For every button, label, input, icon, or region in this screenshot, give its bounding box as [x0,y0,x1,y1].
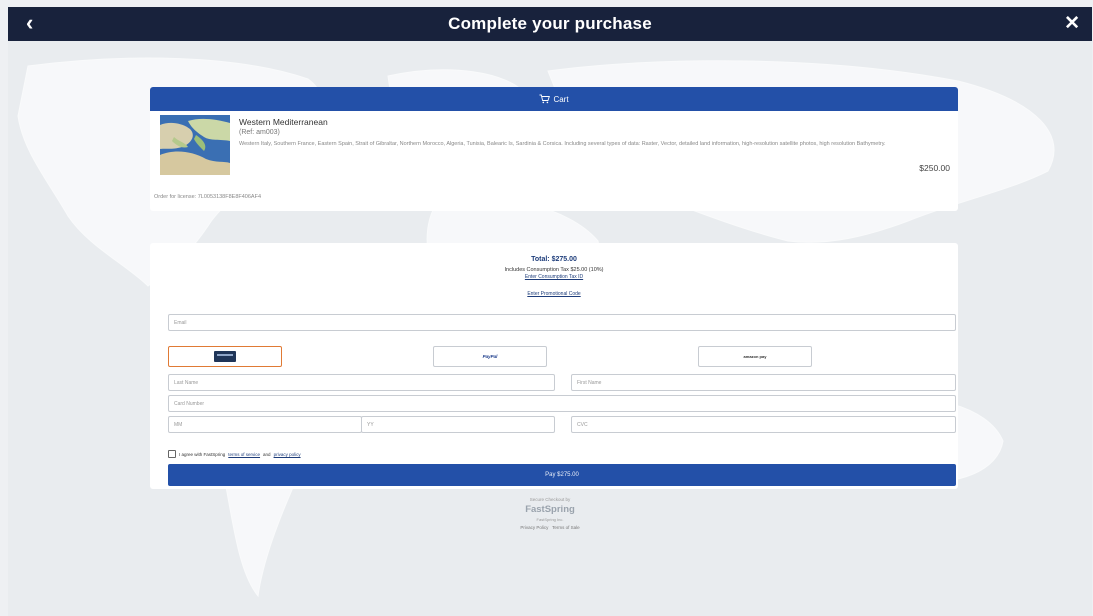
card-number-placeholder: Card Number [174,400,205,407]
footer-terms-link[interactable]: Terms of Sale [552,525,580,530]
agree-prefix: I agree with FastSpring [179,451,226,457]
cvc-field[interactable]: CVC [571,416,956,433]
product-map-thumbnail [160,115,230,175]
chevron-left-icon[interactable]: ‹ [26,12,33,34]
cart-header-label: Cart [553,94,569,104]
footer-privacy-link[interactable]: Privacy Policy [520,525,548,530]
month-placeholder: MM [174,421,183,428]
checkout-card: Total: $275.00 Includes Consumption Tax … [150,243,958,489]
cart-product: Western Mediterranean (Ref: am003) Weste… [150,111,958,181]
product-description: Western Italy, Southern France, Eastern … [239,141,886,147]
expiry-month-field[interactable]: MM [168,416,362,433]
fastspring-company: FastSpring Inc. [536,517,564,522]
order-total: Total: $275.00 [531,256,577,263]
amazon-pay-option[interactable]: amazon pay [698,346,812,367]
fastspring-logo: FastSpring [525,504,575,515]
secure-checkout-label: Secure Checkout by [529,497,571,502]
terms-checkbox[interactable] [168,450,176,458]
cart-header: Cart [150,87,958,111]
first-name-field[interactable]: First Name [571,374,956,391]
card-payment-option[interactable] [168,346,282,367]
last-name-placeholder: Last Name [174,379,199,386]
cvc-placeholder: CVC [577,421,588,428]
footer-links: Privacy Policy Terms of Sale [8,525,1092,530]
promo-code-link[interactable]: Enter Promotional Code [527,291,580,297]
amazon-pay-logo: amazon pay [743,354,767,359]
license-text: Order for license: 7L0053138F8E8F406AF4 [154,194,262,200]
year-placeholder: YY [367,421,374,428]
pay-button[interactable]: Pay $275.00 [168,464,956,486]
agree-and: and [263,451,271,457]
last-name-field[interactable]: Last Name [168,374,555,391]
first-name-placeholder: First Name [577,379,602,386]
fastspring-footer: Secure Checkout by FastSpring FastSpring… [8,497,1092,530]
paypal-logo: PayPal [482,354,498,359]
terms-agreement: I agree with FastSpring terms of service… [168,450,301,458]
expiry-year-field[interactable]: YY [361,416,555,433]
page-title: Complete your purchase [448,14,652,33]
product-name: Western Mediterranean [239,117,328,127]
close-icon[interactable]: ✕ [1064,13,1080,35]
app-frame: ‹ Complete your purchase ✕ Cart Western … [8,7,1092,616]
privacy-policy-link[interactable]: privacy policy [274,452,301,457]
credit-card-icon [214,351,236,362]
email-placeholder: Email [174,319,187,326]
enter-tax-id-link[interactable]: Enter Consumption Tax ID [525,274,583,280]
top-bar: ‹ Complete your purchase ✕ [8,7,1092,41]
card-number-field[interactable]: Card Number [168,395,956,412]
cart-card: Cart Western Mediterranean (Ref: am003) … [150,87,958,211]
tax-info: Includes Consumption Tax $25.00 (10%) [504,267,604,273]
product-price: $250.00 [919,163,950,173]
cart-icon [539,94,551,104]
product-ref: (Ref: am003) [239,129,280,136]
email-field[interactable]: Email [168,314,956,331]
terms-of-service-link[interactable]: terms of service [228,452,260,457]
paypal-payment-option[interactable]: PayPal [433,346,547,367]
